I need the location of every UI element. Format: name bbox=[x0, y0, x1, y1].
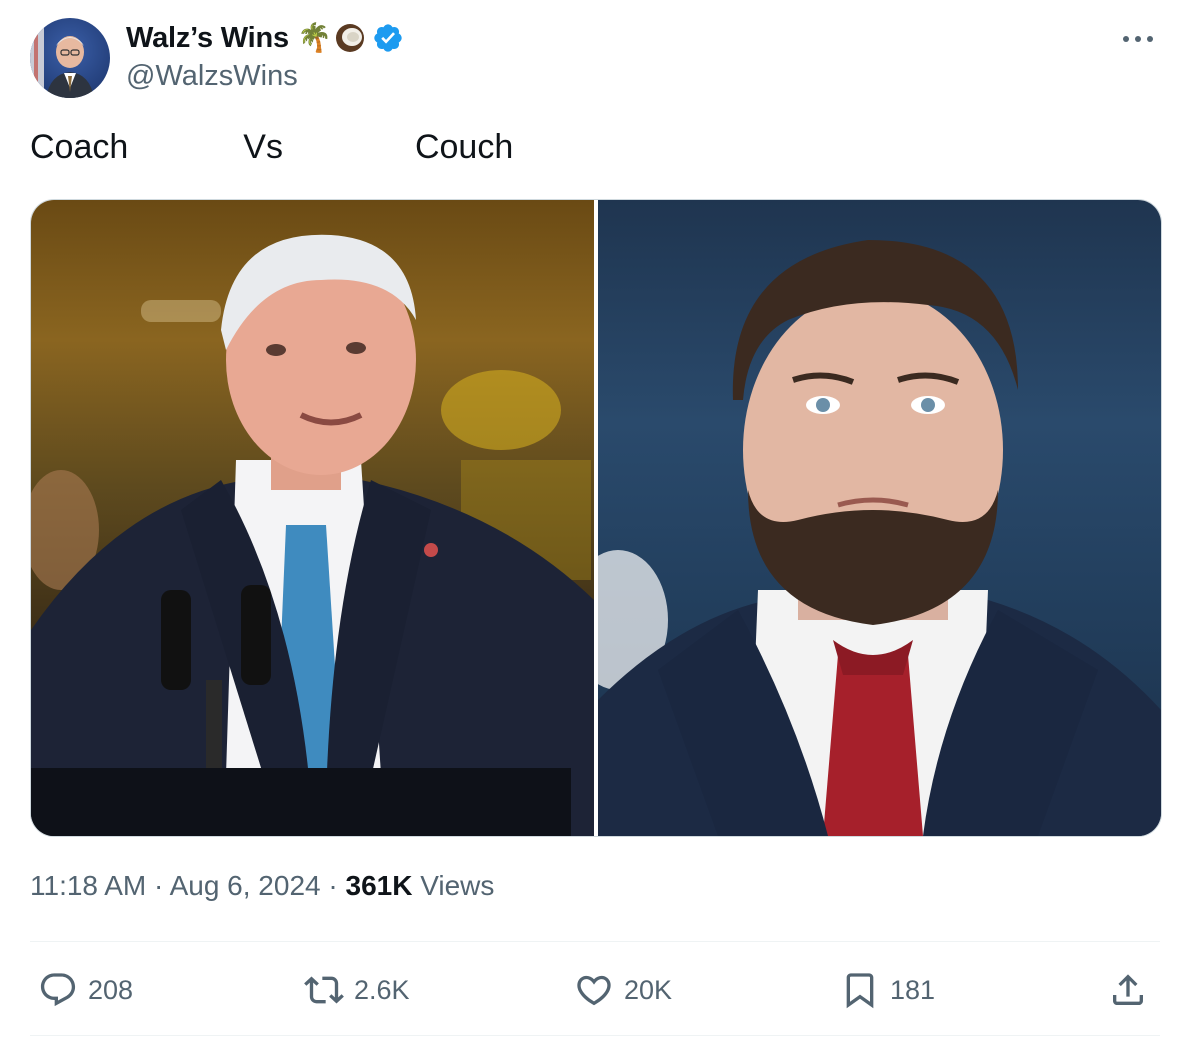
author-handle[interactable]: @WalzsWins bbox=[126, 60, 298, 93]
author-avatar[interactable] bbox=[30, 18, 110, 98]
media-photo-left[interactable] bbox=[31, 200, 594, 836]
repost-button[interactable]: 2.6K bbox=[304, 960, 410, 1020]
share-button[interactable] bbox=[1108, 960, 1158, 1020]
meta-separator: · bbox=[328, 870, 338, 901]
tweet-date[interactable]: Aug 6, 2024 bbox=[170, 870, 321, 901]
reply-icon bbox=[40, 973, 76, 1007]
divider-bottom bbox=[30, 1035, 1160, 1036]
tweet-media[interactable] bbox=[30, 199, 1162, 837]
palm-tree-icon: 🌴 bbox=[296, 22, 332, 53]
tweet-text-coach: Coach bbox=[30, 128, 129, 166]
share-icon bbox=[1113, 974, 1143, 1005]
heart-icon bbox=[577, 975, 611, 1006]
bookmark-icon bbox=[846, 973, 874, 1009]
avatar-image bbox=[30, 18, 94, 98]
tweet-text-vs: Vs bbox=[243, 128, 283, 166]
media-photo-right[interactable] bbox=[598, 200, 1161, 836]
divider-top bbox=[30, 941, 1160, 942]
views-label: Views bbox=[420, 870, 495, 901]
bookmark-count: 181 bbox=[890, 974, 936, 1005]
reply-button[interactable]: 208 bbox=[38, 960, 133, 1020]
tweet-time[interactable]: 11:18 AM bbox=[30, 870, 146, 901]
tweet-text-couch: Couch bbox=[414, 128, 514, 166]
bookmark-button[interactable]: 181 bbox=[840, 960, 935, 1020]
tweet-meta: 11:18 AM · Aug 6, 2024 · 361K Views bbox=[30, 870, 494, 902]
coconut-icon bbox=[334, 22, 366, 54]
views-count: 361K bbox=[345, 870, 413, 901]
repost-count: 2.6K bbox=[354, 974, 410, 1005]
author-name-row[interactable]: Walz’s Wins 🌴 bbox=[126, 20, 404, 56]
reply-count: 208 bbox=[88, 974, 134, 1005]
meta-separator: · bbox=[154, 870, 164, 901]
photo-right-image bbox=[598, 240, 1161, 836]
verified-badge-icon bbox=[374, 24, 402, 52]
photo-left-image bbox=[31, 234, 594, 836]
more-options-button[interactable] bbox=[1118, 24, 1158, 54]
like-button[interactable]: 20K bbox=[574, 960, 672, 1020]
tweet-actions: 208 2.6K 20K 181 bbox=[0, 960, 1194, 1020]
tweet-text: Coach Vs Couch bbox=[30, 128, 513, 167]
like-count: 20K bbox=[624, 974, 673, 1005]
author-display-name[interactable]: Walz’s Wins bbox=[126, 22, 289, 55]
more-dots-icon bbox=[1123, 36, 1153, 42]
repost-icon bbox=[304, 976, 344, 1004]
